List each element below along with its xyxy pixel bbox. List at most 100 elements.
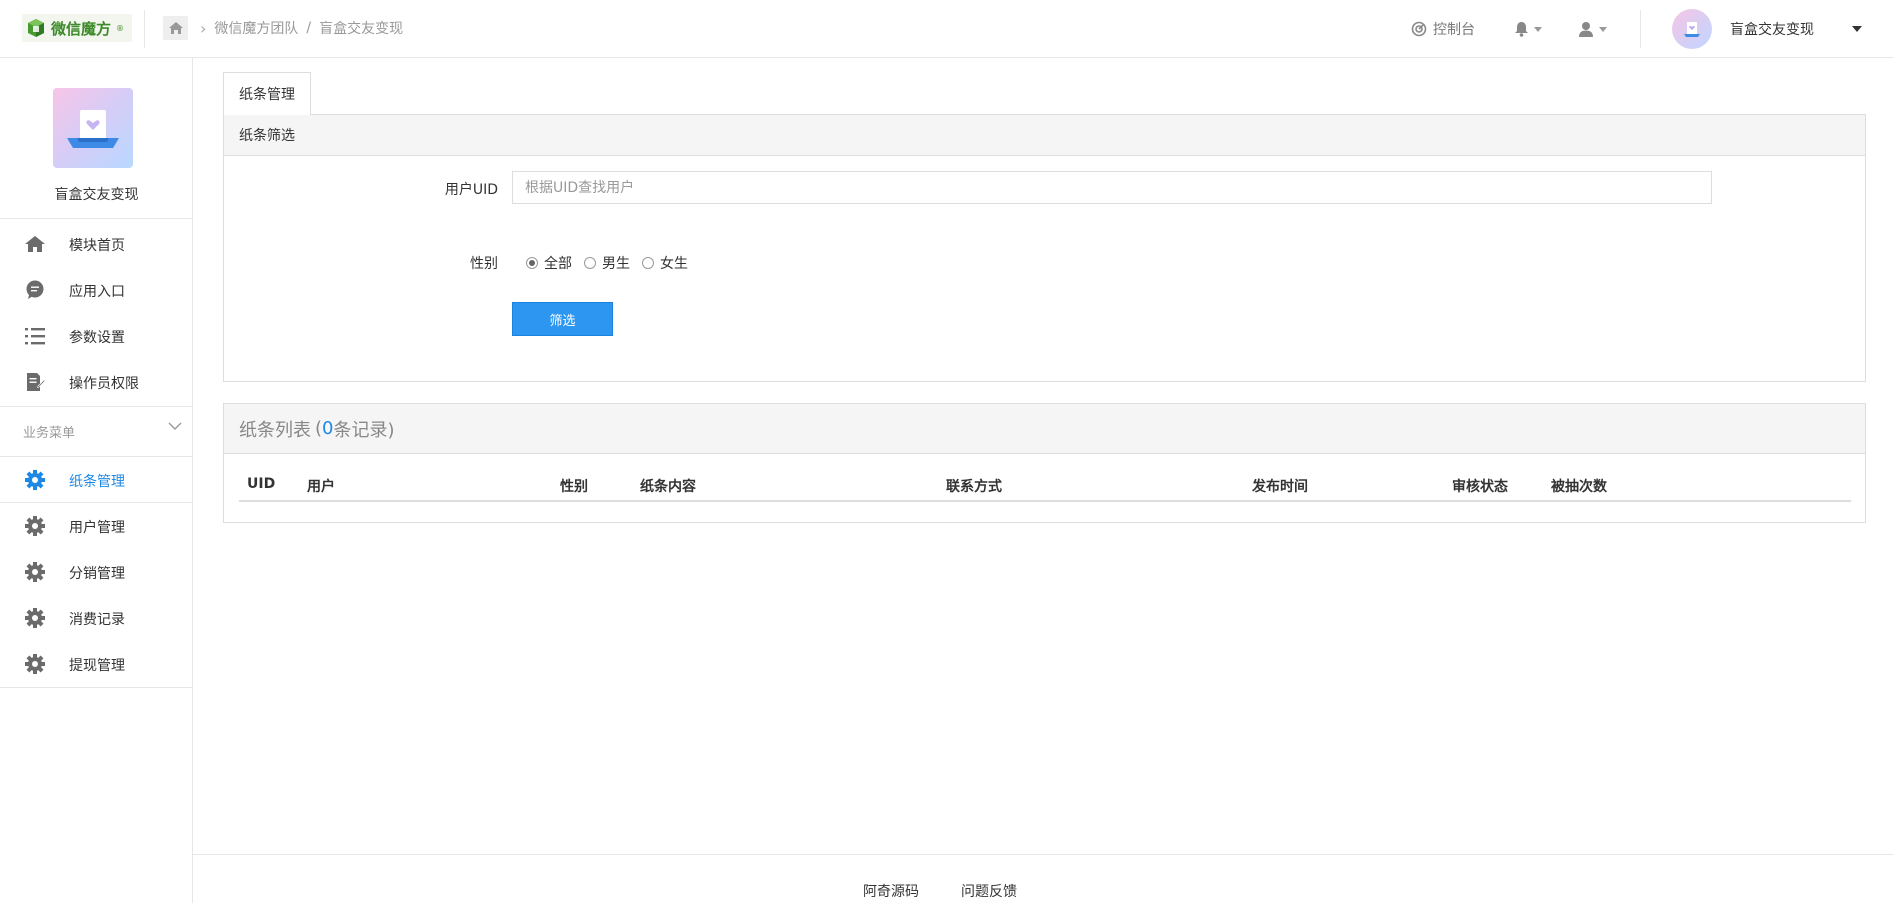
footer-link-source[interactable]: 阿奇源码 [863,881,919,901]
brand-registered-mark: ® [116,23,125,33]
breadcrumb: › 微信魔方团队 / 盲盒交友变现 [200,18,403,38]
radio-unchecked-icon [642,257,654,269]
gender-radio-group: 全部 男生 女生 [526,253,688,273]
bell-icon [1515,22,1528,37]
list-title: 纸条列表 [239,419,311,441]
record-count-suffix: 条记录) [333,419,395,441]
gear-icon [24,470,46,490]
caret-down-icon [1534,26,1542,32]
list-count-open: ( [315,418,323,439]
sidebar-item-distribution[interactable]: 分销管理 [0,549,193,595]
column-header-gender: 性别 [560,479,588,495]
tab-notes-management[interactable]: 纸条管理 [223,72,311,115]
sidebar-divider [0,687,193,688]
gear-icon [24,562,46,582]
sidebar-item-notes[interactable]: 纸条管理 [0,457,193,503]
home-button[interactable] [163,16,188,40]
breadcrumb-team[interactable]: 微信魔方团队 [214,18,298,38]
business-menu-toggle[interactable]: 业务菜单 [0,406,193,456]
top-bar: 微信魔方 ® › 微信魔方团队 / 盲盒交友变现 控制台 盲盒交友变现 [0,0,1894,58]
caret-down-icon [1599,26,1607,32]
gear-icon [24,608,46,628]
sidebar-item-withdrawal[interactable]: 提现管理 [0,641,193,687]
column-header-publish-time: 发布时间 [1252,479,1308,495]
gender-radio-male[interactable]: 男生 [584,253,630,273]
sidebar-item-module-home[interactable]: 模块首页 [0,221,193,267]
sidebar-item-label: 用户管理 [69,520,125,536]
filter-panel: 纸条筛选 用户UID 性别 全部 男生 女生 筛选 [223,114,1866,382]
radio-unchecked-icon [584,257,596,269]
gender-radio-all[interactable]: 全部 [526,253,572,273]
uid-search-input[interactable] [512,171,1712,204]
column-header-draw-count: 被抽次数 [1551,479,1607,495]
header-divider [144,10,145,48]
user-icon [1579,22,1593,37]
gender-radio-female[interactable]: 女生 [642,253,688,273]
user-dropdown[interactable] [1578,0,1607,58]
column-header-contact: 联系方式 [946,479,1002,495]
sidebar-item-settings[interactable]: 参数设置 [0,313,193,359]
console-label: 控制台 [1433,22,1475,38]
column-header-uid: UID [247,476,276,492]
gear-icon [24,516,46,536]
section-label: 业务菜单 [23,426,76,441]
app-name: 盲盒交友变现 [54,187,139,203]
chevron-right-icon: › [200,18,207,38]
notes-list-panel: 纸条列表 (0 条记录) UID 用户 性别 纸条内容 联系方式 发布时间 审核状… [223,403,1866,523]
sidebar-item-label: 提现管理 [69,658,125,674]
avatar [1672,9,1712,49]
chat-icon [24,280,46,300]
profile-dropdown[interactable]: 盲盒交友变现 [1672,0,1862,58]
column-header-review-status: 审核状态 [1452,479,1508,495]
gear-icon [24,654,46,674]
sidebar-divider [0,218,193,219]
header-divider [1640,10,1641,48]
sidebar: 盲盒交友变现 模块首页 应用入口 参数设置 操作员权限 业务菜单 纸条管理 用户… [0,58,193,903]
caret-down-icon [1852,26,1862,32]
sidebar-item-consumption[interactable]: 消费记录 [0,595,193,641]
profile-name: 盲盒交友变现 [1730,22,1814,38]
record-count: 0 [322,418,334,439]
filter-panel-title: 纸条筛选 [224,115,1865,156]
sidebar-item-label: 消费记录 [69,612,125,628]
brand-logo[interactable]: 微信魔方 ® [22,14,133,42]
sidebar-item-label: 参数设置 [69,330,125,346]
radio-checked-icon [526,257,538,269]
sidebar-item-app-entry[interactable]: 应用入口 [0,267,193,313]
brand-name: 微信魔方 [51,19,112,38]
table-header: UID 用户 性别 纸条内容 联系方式 发布时间 审核状态 被抽次数 [239,466,1851,502]
notifications-dropdown[interactable] [1514,0,1542,58]
list-icon [24,326,46,346]
cube-logo-icon [28,19,44,37]
home-icon [24,234,46,254]
notes-list-title: 纸条列表 (0 条记录) [224,404,1865,454]
radio-label: 全部 [544,256,572,272]
radio-label: 女生 [660,256,688,272]
filter-button[interactable]: 筛选 [512,302,613,336]
home-icon [168,22,183,34]
column-header-user: 用户 [307,479,335,495]
column-header-content: 纸条内容 [640,479,696,495]
breadcrumb-app[interactable]: 盲盒交友变现 [319,18,403,38]
app-avatar-icon [1684,22,1700,37]
sidebar-item-label: 纸条管理 [69,474,125,490]
edit-doc-icon [24,372,46,392]
sidebar-item-label: 模块首页 [69,238,125,254]
breadcrumb-separator: / [306,20,312,36]
footer: 阿奇源码 问题反馈 [193,854,1894,903]
sidebar-item-operator-permissions[interactable]: 操作员权限 [0,359,193,405]
console-link[interactable]: 控制台 [1411,0,1475,58]
footer-links: 阿奇源码 问题反馈 [863,881,1017,901]
radio-label: 男生 [602,256,630,272]
sidebar-item-label: 分销管理 [69,566,125,582]
dashboard-icon [1411,21,1427,37]
blind-box-icon [67,110,119,148]
chevron-down-icon [168,422,182,430]
uid-label: 用户UID [444,182,498,198]
sidebar-item-users[interactable]: 用户管理 [0,503,193,549]
sidebar-item-label: 应用入口 [69,284,125,300]
sidebar-item-label: 操作员权限 [69,376,139,392]
gender-label: 性别 [470,256,498,272]
footer-link-feedback[interactable]: 问题反馈 [961,881,1017,901]
app-avatar [53,88,133,168]
